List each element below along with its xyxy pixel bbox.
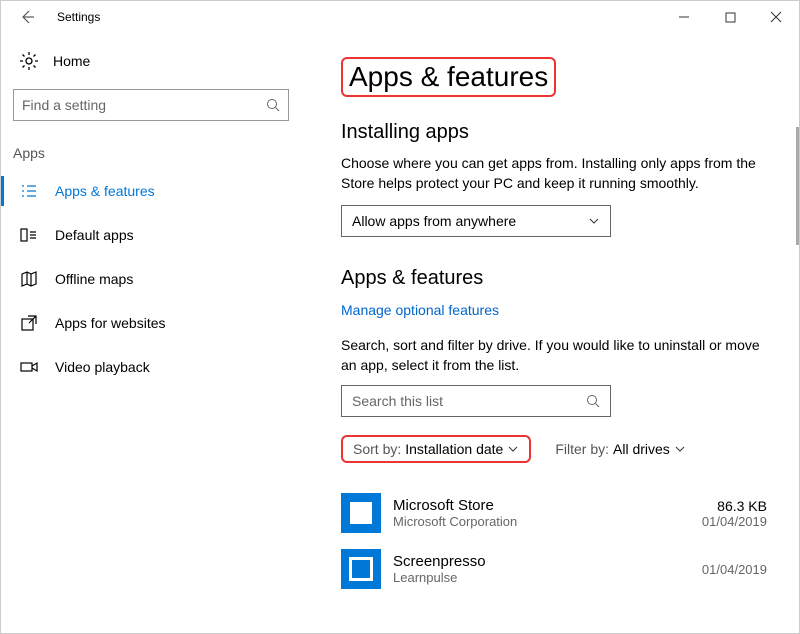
app-publisher: Learnpulse <box>393 570 486 585</box>
app-source-dropdown[interactable]: Allow apps from anywhere <box>341 205 611 237</box>
sidebar-item-default-apps[interactable]: Default apps <box>1 213 301 257</box>
sidebar-item-offline-maps[interactable]: Offline maps <box>1 257 301 301</box>
close-button[interactable] <box>753 1 799 33</box>
content-area: Apps & features Installing apps Choose w… <box>301 33 799 633</box>
app-icon <box>341 493 381 533</box>
nav-label: Default apps <box>55 227 134 243</box>
app-size: 86.3 KB <box>702 498 767 514</box>
nav-label: Apps for websites <box>55 315 166 331</box>
scrollbar[interactable] <box>796 127 799 245</box>
filter-value: All drives <box>613 441 670 457</box>
installing-apps-description: Choose where you can get apps from. Inst… <box>341 154 767 193</box>
app-name: Microsoft Store <box>393 497 517 514</box>
dropdown-value: Allow apps from anywhere <box>352 213 516 229</box>
app-name: Screenpresso <box>393 553 486 570</box>
gear-icon <box>19 51 39 71</box>
app-list-item[interactable]: Screenpresso Learnpulse 01/04/2019 <box>341 541 767 597</box>
find-setting-input[interactable] <box>22 97 266 113</box>
nav-label: Video playback <box>55 359 150 375</box>
sort-label: Sort by: <box>353 441 401 457</box>
sidebar-item-apps-features[interactable]: Apps & features <box>1 169 301 213</box>
list-icon <box>19 181 39 201</box>
minimize-button[interactable] <box>661 1 707 33</box>
open-icon <box>19 313 39 333</box>
maximize-button[interactable] <box>707 1 753 33</box>
search-apps-list[interactable] <box>341 385 611 417</box>
sidebar-section-label: Apps <box>1 139 301 169</box>
sidebar-item-video-playback[interactable]: Video playback <box>1 345 301 389</box>
chevron-down-icon <box>588 215 600 227</box>
app-date: 01/04/2019 <box>702 514 767 529</box>
manage-optional-features-link[interactable]: Manage optional features <box>341 302 499 318</box>
filter-label: Filter by: <box>555 441 609 457</box>
search-apps-input[interactable] <box>352 393 586 409</box>
nav-label: Offline maps <box>55 271 133 287</box>
back-button[interactable] <box>9 9 45 25</box>
page-title: Apps & features <box>341 57 556 97</box>
video-icon <box>19 357 39 377</box>
map-icon <box>19 269 39 289</box>
apps-features-heading: Apps & features <box>341 267 767 290</box>
search-icon <box>266 98 280 112</box>
home-nav[interactable]: Home <box>1 43 301 83</box>
app-date: 01/04/2019 <box>702 562 767 577</box>
installing-apps-heading: Installing apps <box>341 121 767 144</box>
search-icon <box>586 394 600 408</box>
filter-by-dropdown[interactable]: Filter by: All drives <box>555 441 685 457</box>
app-publisher: Microsoft Corporation <box>393 514 517 529</box>
find-setting-search[interactable] <box>13 89 289 121</box>
sort-by-dropdown[interactable]: Sort by: Installation date <box>341 435 531 463</box>
sort-value: Installation date <box>405 441 503 457</box>
sidebar: Home Apps Apps & features Default apps <box>1 33 301 633</box>
app-list-item[interactable]: Microsoft Store Microsoft Corporation 86… <box>341 485 767 541</box>
window-title: Settings <box>57 10 100 24</box>
app-icon <box>341 549 381 589</box>
chevron-down-icon <box>507 443 519 455</box>
apps-list-description: Search, sort and filter by drive. If you… <box>341 336 767 375</box>
nav-label: Apps & features <box>55 183 155 199</box>
chevron-down-icon <box>674 443 686 455</box>
defaults-icon <box>19 225 39 245</box>
home-label: Home <box>53 53 90 69</box>
sidebar-item-apps-websites[interactable]: Apps for websites <box>1 301 301 345</box>
